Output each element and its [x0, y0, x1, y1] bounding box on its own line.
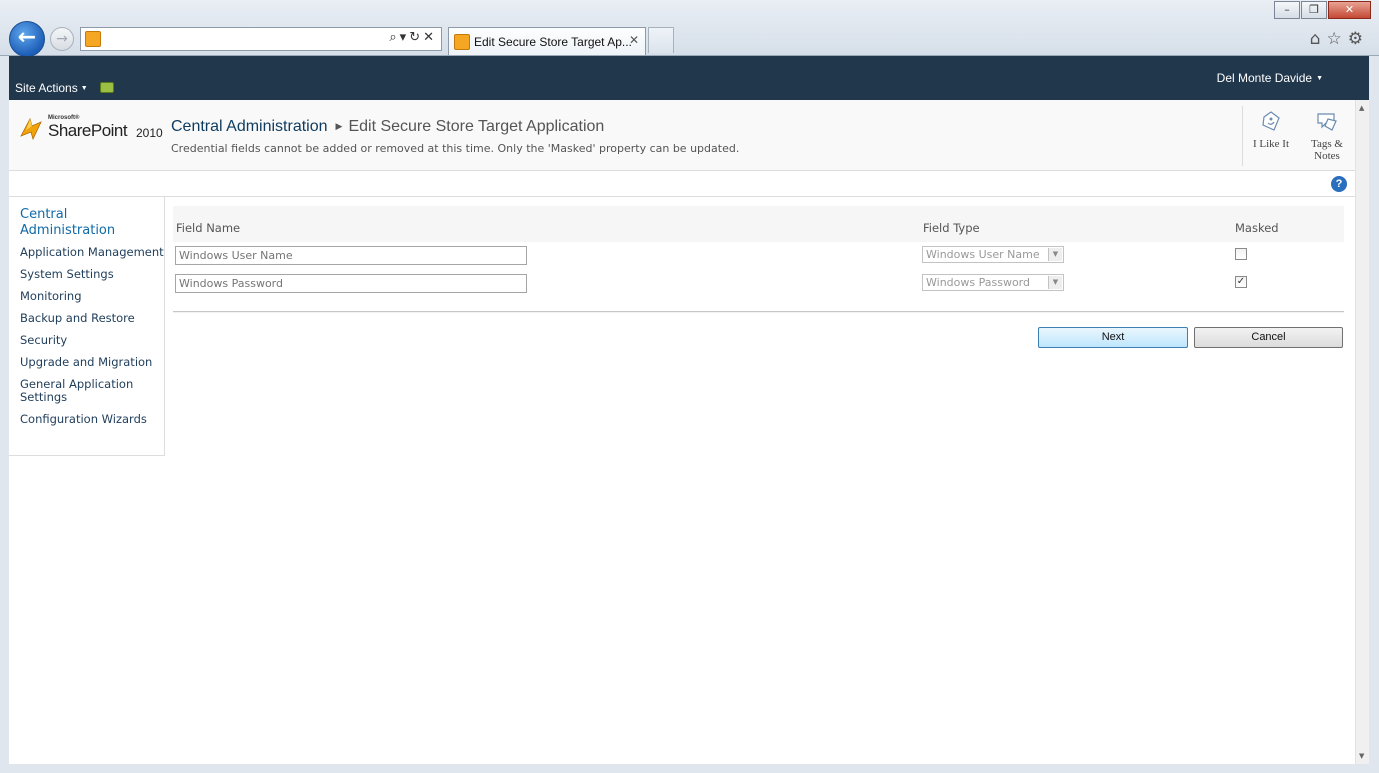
- ql-item-upgrade-migration[interactable]: Upgrade and Migration: [20, 356, 164, 369]
- window-close-icon[interactable]: ✕: [1328, 1, 1371, 19]
- ql-item-general-application-settings[interactable]: General Application Settings: [20, 378, 164, 404]
- cancel-button[interactable]: Cancel: [1194, 327, 1343, 348]
- breadcrumb-separator-icon: ▶: [335, 121, 343, 131]
- ql-item-security[interactable]: Security: [20, 334, 164, 347]
- credential-fields-form: Field Name Field Type Masked Windows Use…: [173, 206, 1344, 353]
- field-type-select[interactable]: Windows User Name ▼: [922, 246, 1064, 263]
- page-viewport: Site Actions ▼ Del Monte Davide ▼ Microsof…: [9, 56, 1369, 764]
- window-controls: – ❐ ✕: [1274, 1, 1371, 19]
- minimize-icon[interactable]: –: [1274, 1, 1300, 19]
- ql-item-application-management[interactable]: Application Management: [20, 246, 164, 259]
- field-row: Windows User Name ▼: [173, 242, 1344, 270]
- ribbon: Site Actions ▼ Del Monte Davide ▼: [9, 56, 1369, 100]
- ql-item-configuration-wizards[interactable]: Configuration Wizards: [20, 413, 164, 426]
- form-buttons: Next Cancel: [173, 313, 1344, 353]
- site-favicon-icon: [85, 31, 101, 47]
- restore-icon[interactable]: ❐: [1301, 1, 1327, 19]
- field-type-value: Windows Password: [926, 276, 1030, 289]
- tab-title: Edit Secure Store Target Ap...: [474, 35, 632, 49]
- chevron-down-icon: ▼: [1048, 248, 1062, 261]
- help-icon[interactable]: ?: [1331, 176, 1347, 192]
- chevron-down-icon: ▼: [80, 85, 88, 92]
- tab-favicon-icon: [454, 34, 470, 50]
- form-header-row: Field Name Field Type Masked: [173, 206, 1344, 242]
- address-bar[interactable]: ⌕▾↻✕: [80, 27, 442, 51]
- tags-notes-label-line1: Tags &: [1311, 138, 1343, 150]
- sharepoint-logo[interactable]: Microsoft® SharePoint 2010: [18, 114, 163, 146]
- window-bottom-border: [0, 764, 1379, 773]
- vertical-scrollbar[interactable]: ▲ ▼: [1355, 100, 1369, 764]
- tags-notes-label-line2: Notes: [1314, 150, 1340, 162]
- field-type-select[interactable]: Windows Password ▼: [922, 274, 1064, 291]
- site-actions-menu[interactable]: Site Actions ▼: [15, 81, 88, 95]
- social-buttons: I Like It Tags & Notes: [1242, 106, 1355, 166]
- navigate-up-icon[interactable]: [100, 82, 114, 93]
- back-arrow-icon[interactable]: ←: [9, 21, 45, 57]
- field-name-input[interactable]: [175, 246, 527, 265]
- gear-icon[interactable]: ⚙: [1348, 29, 1369, 49]
- page-title: Edit Secure Store Target Application: [348, 118, 605, 135]
- ql-item-monitoring[interactable]: Monitoring: [20, 290, 164, 303]
- ql-item-backup-restore[interactable]: Backup and Restore: [20, 312, 164, 325]
- next-button[interactable]: Next: [1038, 327, 1188, 348]
- ql-item-system-settings[interactable]: System Settings: [20, 268, 164, 281]
- tags-notes-icon: [1317, 113, 1337, 131]
- page-description: Credential fields cannot be added or rem…: [171, 142, 740, 155]
- sharepoint-logo-icon: [20, 117, 42, 141]
- logo-year: 2010: [136, 126, 163, 140]
- breadcrumb-root-link[interactable]: Central Administration: [171, 118, 328, 135]
- quick-launch-header[interactable]: Central Administration: [20, 207, 164, 239]
- column-header-masked: Masked: [1235, 221, 1279, 235]
- quick-launch: Central Administration Application Manag…: [9, 197, 165, 456]
- tags-notes-button[interactable]: Tags & Notes: [1299, 106, 1355, 166]
- browser-tab[interactable]: Edit Secure Store Target Ap... ✕: [448, 27, 646, 55]
- new-tab-button[interactable]: [648, 27, 674, 53]
- scroll-down-icon[interactable]: ▼: [1359, 752, 1364, 760]
- field-type-value: Windows User Name: [926, 248, 1040, 261]
- field-row: Windows Password ▼ ✓: [173, 270, 1344, 298]
- forward-arrow-icon[interactable]: →: [50, 27, 74, 51]
- browser-chrome: ← → ⌕▾↻✕ Edit Secure Store Target Ap... …: [0, 0, 1379, 57]
- browser-toolbar-icons: ⌂☆⚙: [1310, 29, 1369, 49]
- favorites-star-icon[interactable]: ☆: [1327, 29, 1348, 49]
- title-area: Microsoft® SharePoint 2010 Central Admin…: [9, 100, 1355, 171]
- like-tag-icon: [1262, 111, 1280, 131]
- logo-product: SharePoint: [48, 121, 128, 140]
- masked-checkbox[interactable]: ✓: [1235, 276, 1247, 288]
- address-tools[interactable]: ⌕▾↻✕: [389, 30, 437, 45]
- breadcrumb: Central Administration ▶ Edit Secure Store…: [171, 118, 604, 136]
- tab-close-icon[interactable]: ✕: [629, 33, 639, 47]
- column-header-field-type: Field Type: [923, 221, 980, 235]
- masked-checkbox[interactable]: [1235, 248, 1247, 260]
- column-header-field-name: Field Name: [176, 221, 241, 235]
- chevron-down-icon: ▼: [1048, 276, 1062, 289]
- home-icon[interactable]: ⌂: [1310, 29, 1327, 49]
- help-row: ?: [9, 172, 1355, 197]
- user-menu[interactable]: Del Monte Davide ▼: [1217, 71, 1323, 85]
- field-name-input[interactable]: [175, 274, 527, 293]
- i-like-it-label: I Like It: [1252, 138, 1290, 150]
- user-name: Del Monte Davide: [1216, 71, 1313, 85]
- site-actions-label: Site Actions: [15, 81, 78, 95]
- i-like-it-button[interactable]: I Like It: [1243, 106, 1299, 166]
- scroll-up-icon[interactable]: ▲: [1359, 104, 1364, 112]
- chevron-down-icon: ▼: [1316, 75, 1323, 82]
